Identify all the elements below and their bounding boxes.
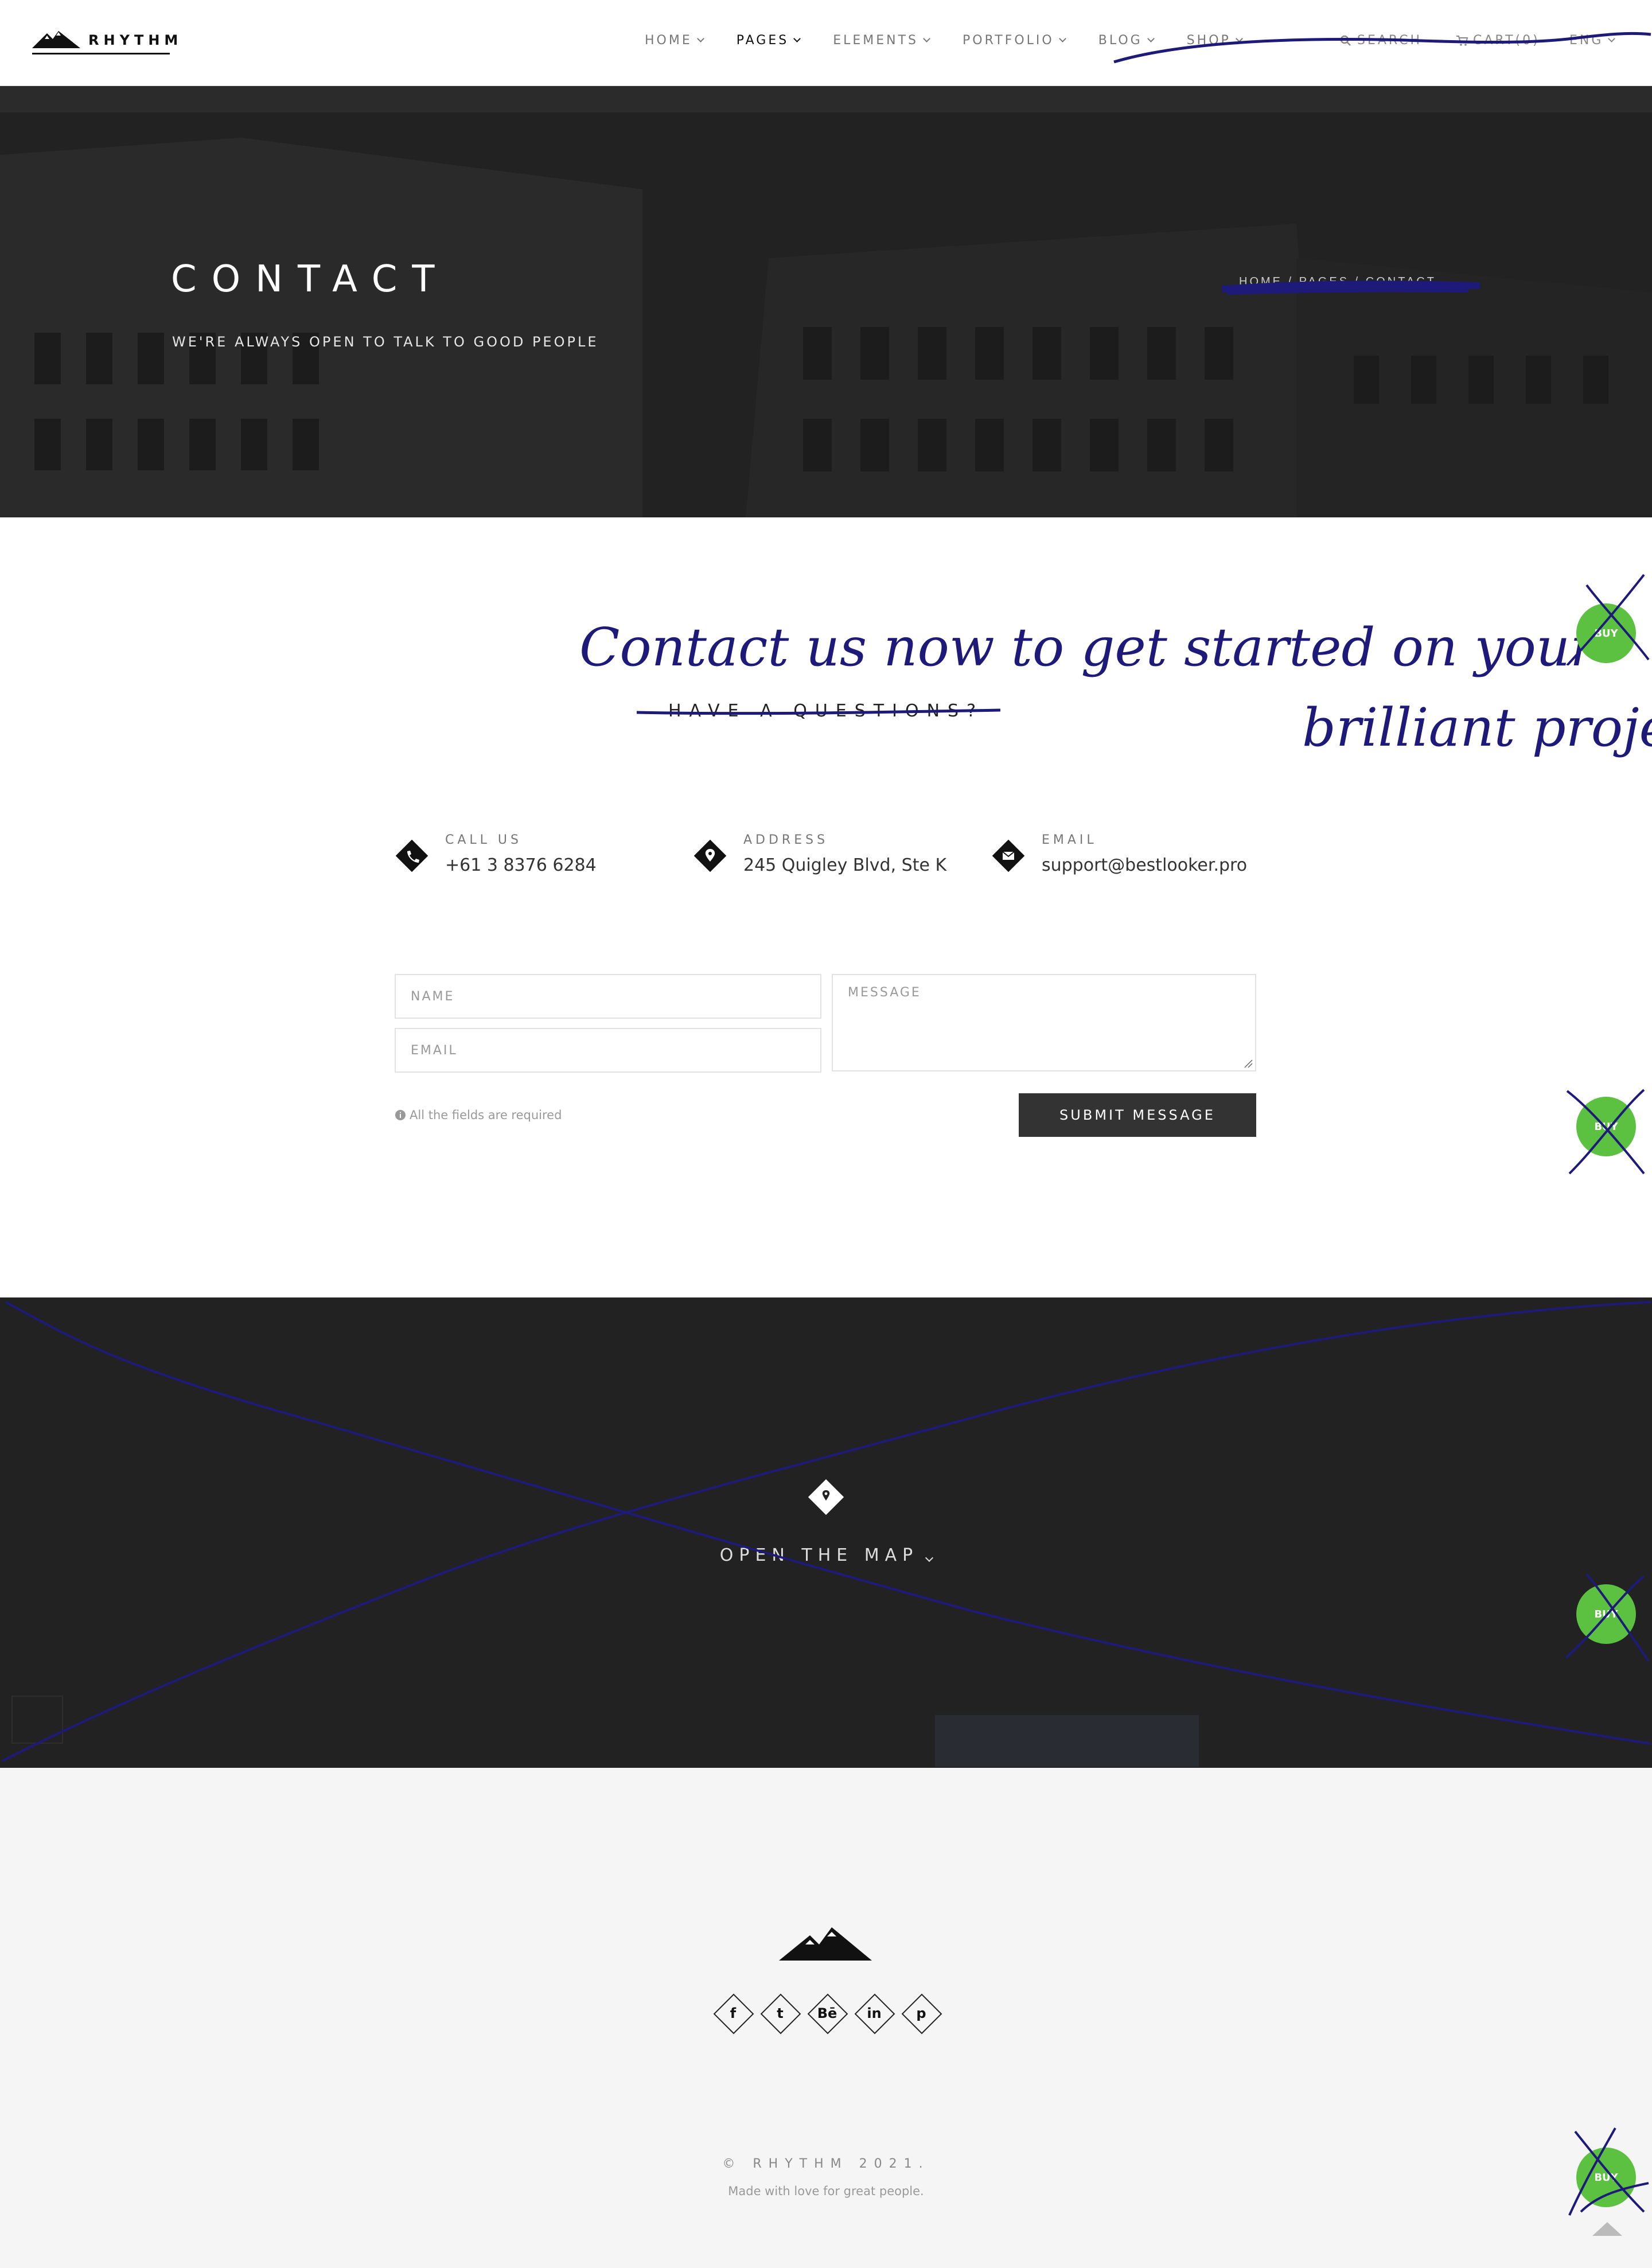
handwritten-note: Contact us now to get started on your br… <box>579 617 1652 758</box>
social-glyph: in <box>867 2005 882 2021</box>
nav-item-home[interactable]: HOME <box>645 33 704 48</box>
required-note-text: All the fields are required <box>410 1108 562 1122</box>
submit-message-button[interactable]: SUBMIT MESSAGE <box>1019 1093 1256 1137</box>
contact-info-label: ADDRESS <box>743 833 829 847</box>
nav-label-elements: ELEMENTS <box>833 33 918 48</box>
buy-cross-annotation <box>1566 574 1650 665</box>
social-glyph: Bē <box>817 2005 837 2021</box>
logo-underline <box>32 53 170 54</box>
contact-info-phone: CALL US +61 3 8376 6284 <box>393 833 597 875</box>
contact-info-label: CALL US <box>445 833 522 847</box>
copyright: © RHYTHM 2021. <box>722 2157 930 2171</box>
chevron-down-icon <box>696 35 704 42</box>
address-value: 245 Quigley Blvd, Ste K <box>743 855 947 875</box>
facebook-icon[interactable]: f <box>714 1994 753 2033</box>
page-subtitle: WE'RE ALWAYS OPEN TO TALK TO GOOD PEOPLE <box>172 334 599 350</box>
mountain-logo-icon[interactable] <box>779 1925 872 1963</box>
nav-label-portfolio: PORTFOLIO <box>963 33 1054 48</box>
map-cross-annotation <box>2 1301 1651 1762</box>
made-with-love-text: Made with love for great people. <box>728 2184 924 2198</box>
buy-cross-annotation <box>1568 2127 1649 2216</box>
contact-info-email: EMAIL support@bestlooker.pro <box>990 833 1247 875</box>
info-circle-icon <box>395 1110 406 1120</box>
envelope-icon <box>992 839 1025 872</box>
nav-scribble-annotation <box>1113 32 1651 64</box>
chevron-down-icon <box>793 35 801 42</box>
phone-number[interactable]: +61 3 8376 6284 <box>445 855 597 875</box>
social-links: f t Bē in p <box>714 1994 941 2033</box>
logo-text: RHYTHM <box>88 32 183 48</box>
twitter-icon[interactable]: t <box>761 1994 800 2033</box>
social-glyph: t <box>777 2005 784 2021</box>
nav-item-portfolio[interactable]: PORTFOLIO <box>963 33 1066 48</box>
scroll-to-top-icon[interactable] <box>1590 2220 1624 2237</box>
nav-item-elements[interactable]: ELEMENTS <box>833 33 930 48</box>
buy-cross-annotation <box>1565 1573 1650 1662</box>
behance-icon[interactable]: Bē <box>808 1994 847 2033</box>
linkedin-icon[interactable]: in <box>855 1994 894 2033</box>
contact-info-label: EMAIL <box>1042 833 1097 847</box>
mountain-logo-icon <box>32 31 80 48</box>
nav-label-home: HOME <box>645 33 692 48</box>
name-field[interactable] <box>395 974 821 1019</box>
chevron-down-icon <box>923 35 930 42</box>
phone-icon <box>395 839 428 872</box>
chevron-down-icon <box>1058 35 1066 42</box>
social-glyph: p <box>916 2005 926 2021</box>
nav-label-pages: PAGES <box>736 33 789 48</box>
page-title: CONTACT <box>171 258 450 301</box>
site-logo[interactable]: RHYTHM <box>32 29 183 54</box>
handwritten-note-line-1: Contact us now to get started on your <box>579 617 1598 678</box>
nav-item-pages[interactable]: PAGES <box>736 33 801 48</box>
resize-grip-icon[interactable] <box>1244 1059 1253 1068</box>
required-note: All the fields are required <box>395 1108 562 1122</box>
breadcrumb-scribble-annotation <box>1221 280 1480 295</box>
pinterest-icon[interactable]: p <box>902 1994 941 2033</box>
message-field[interactable] <box>832 974 1256 1071</box>
contact-info-address: ADDRESS 245 Quigley Blvd, Ste K <box>692 833 946 875</box>
buy-cross-annotation <box>1566 1089 1645 1175</box>
map-pin-icon <box>693 839 727 872</box>
email-field[interactable] <box>395 1028 821 1073</box>
social-glyph: f <box>730 2005 737 2021</box>
email-address[interactable]: support@bestlooker.pro <box>1042 855 1247 875</box>
handwritten-note-line-2: brilliant project! <box>1302 697 1652 758</box>
